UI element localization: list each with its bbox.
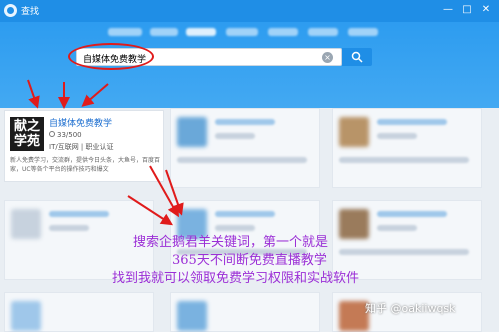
arrow-1 [27,79,40,109]
overlay-line-1: 搜索企鹅君羊关键词，第一个就是 [133,235,329,250]
arrow-5 [127,195,174,226]
arrow-6 [165,169,184,216]
watermark: 知乎 @oakiiwqsk [365,302,456,315]
arrow-3 [81,83,109,107]
overlay-line-2: 365天不间断免费直播教学 [172,253,327,268]
overlay-line-3: 找到我就可以领取免费学习权限和实战软件 [112,271,360,286]
